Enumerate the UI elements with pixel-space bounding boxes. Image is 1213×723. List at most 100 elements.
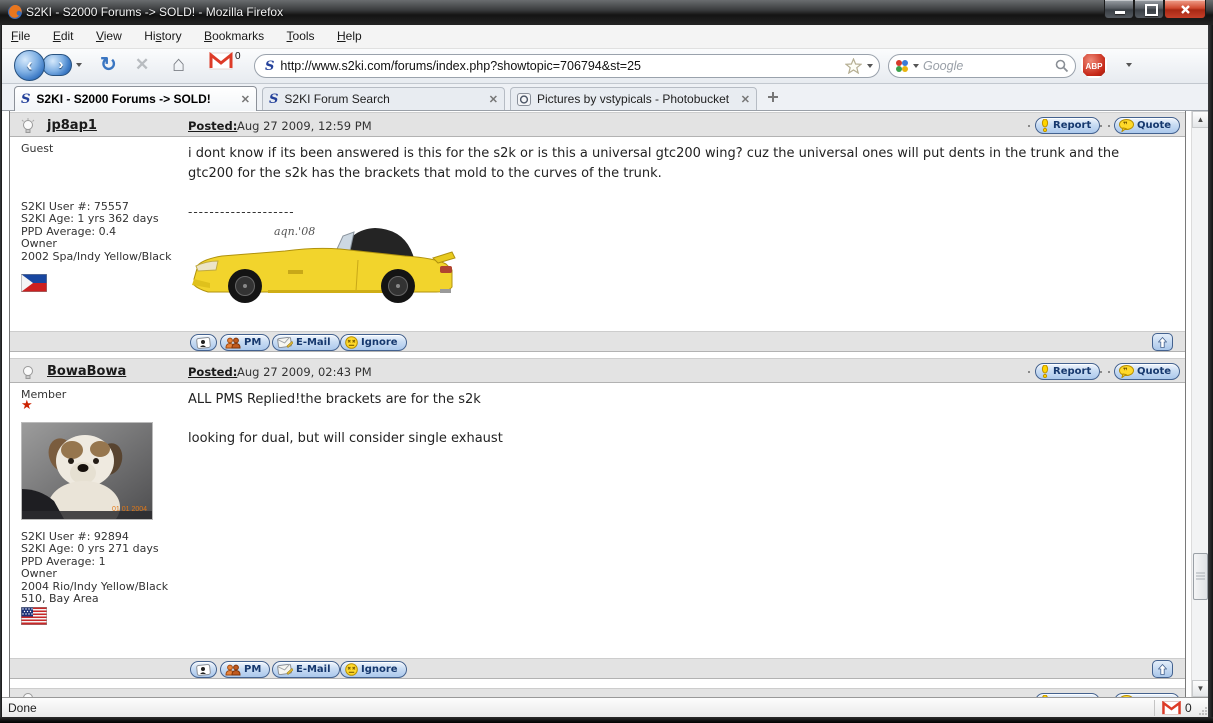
menu-item-bookmarks[interactable]: Bookmarks — [195, 25, 273, 43]
menu-item-file[interactable]: File — [2, 25, 39, 43]
email-button[interactable]: E-Mail — [272, 661, 340, 678]
posted-date: Aug 27 2009, 12:59 PM — [237, 119, 372, 133]
quote-icon: ❞ — [1119, 119, 1134, 132]
tab-close-icon[interactable]: ✕ — [489, 93, 498, 106]
back-to-top-button[interactable] — [1152, 660, 1173, 678]
username-link[interactable]: BowaBowa — [47, 364, 126, 379]
post-body-line: ALL PMS Replied!the brackets are for the… — [188, 392, 481, 407]
refresh-button[interactable]: ↻ — [100, 52, 117, 77]
posted-date: Aug 27 2009, 02:43 PM — [237, 365, 372, 379]
maximize-button[interactable] — [1134, 0, 1164, 19]
url-bar[interactable]: S http://www.s2ki.com/forums/index.php?s… — [254, 54, 880, 78]
quote-icon: ❞ — [1119, 365, 1134, 378]
post-header-row-partial: Report Quote — [10, 688, 1185, 697]
post-actions-row: PM E-Mail Ignore — [10, 658, 1185, 679]
search-box[interactable]: Google — [888, 54, 1076, 78]
separator-dot — [1100, 371, 1102, 373]
thumb-grip — [1196, 572, 1205, 580]
close-button[interactable] — [1164, 0, 1206, 19]
stat-line: Owner — [21, 237, 57, 251]
profile-button[interactable] — [190, 661, 217, 678]
home-button[interactable]: ⌂ — [172, 51, 185, 77]
pm-button[interactable]: PM — [220, 661, 271, 678]
tab-close-icon[interactable]: ✕ — [241, 93, 250, 106]
avatar: 01 01 2004 — [21, 422, 153, 520]
signature-artist: aqn.'08 — [274, 225, 315, 238]
back-button[interactable]: ‹ — [14, 50, 45, 81]
site-favicon: S — [265, 58, 275, 74]
post-header-row: BowaBowa Posted: Aug 27 2009, 02:43 PM R… — [10, 358, 1185, 383]
search-input[interactable]: Google — [923, 59, 1055, 73]
gmail-button[interactable] — [209, 52, 233, 70]
s2ki-favicon: S — [21, 91, 31, 107]
report-icon — [1041, 119, 1049, 132]
window-left-edge — [0, 25, 2, 717]
history-dropdown-caret[interactable] — [76, 63, 82, 67]
up-arrow-icon — [1158, 663, 1167, 675]
window-right-edge — [1208, 25, 1213, 717]
separator-dot — [1028, 371, 1030, 373]
search-engine-dropdown-caret[interactable] — [913, 64, 919, 68]
menu-item-help[interactable]: Help — [328, 25, 371, 43]
stat-line: S2KI Age: 1 yrs 362 days — [21, 212, 159, 226]
scroll-down-button[interactable]: ▼ — [1192, 680, 1209, 697]
tab-label: Pictures by vstypicals - Photobucket — [537, 92, 730, 106]
toolbar-overflow-caret[interactable] — [1126, 63, 1132, 67]
url-dropdown-caret[interactable] — [867, 64, 873, 68]
pm-button[interactable]: PM — [220, 334, 271, 351]
scroll-up-button[interactable]: ▲ — [1192, 111, 1209, 128]
navigation-toolbar: ‹ › ↻ ✕ ⌂ 0 S http://www.s2ki.com/forums… — [2, 49, 1208, 84]
ignore-button[interactable]: Ignore — [340, 334, 407, 351]
ignore-face-icon — [345, 336, 358, 349]
member-star-icon: ★ — [21, 397, 33, 412]
ignore-face-icon — [345, 663, 358, 676]
profile-card-icon — [196, 336, 211, 349]
scrollbar-thumb[interactable] — [1193, 553, 1208, 600]
browser-window: S2KI - S2000 Forums -> SOLD! - Mozilla F… — [0, 0, 1213, 723]
stat-line: S2KI Age: 0 yrs 271 days — [21, 542, 159, 556]
user-stats: S2KI User #: 92894 S2KI Age: 0 yrs 271 d… — [21, 530, 168, 605]
separator-dot — [1108, 125, 1110, 127]
forward-button[interactable]: › — [42, 54, 72, 76]
minimize-button[interactable] — [1104, 0, 1134, 19]
resize-grip[interactable] — [1198, 706, 1208, 716]
tab-close-icon[interactable]: ✕ — [741, 93, 750, 106]
menu-item-history[interactable]: History — [135, 25, 190, 43]
tab-bar: S S2KI - S2000 Forums -> SOLD! ✕ S S2KI … — [2, 84, 1208, 111]
photobucket-icon — [517, 92, 531, 106]
status-gmail-icon[interactable] — [1162, 701, 1181, 715]
tab-label: S2KI - S2000 Forums -> SOLD! — [36, 92, 211, 106]
profile-button[interactable] — [190, 334, 217, 351]
posted-label: Posted: — [188, 365, 238, 379]
bookmark-star-icon[interactable] — [845, 58, 862, 74]
back-to-top-button[interactable] — [1152, 333, 1173, 351]
quote-button[interactable]: ❞ Quote — [1114, 363, 1181, 380]
report-button[interactable]: Report — [1035, 363, 1101, 380]
menu-item-view[interactable]: View — [87, 25, 131, 43]
tab-photobucket[interactable]: Pictures by vstypicals - Photobucket ✕ — [510, 87, 757, 110]
members-icon — [225, 664, 241, 675]
gmail-unread-count: 0 — [235, 51, 241, 62]
ignore-button[interactable]: Ignore — [340, 661, 407, 678]
menu-item-tools[interactable]: Tools — [278, 25, 324, 43]
stat-line: 2002 Spa/Indy Yellow/Black — [21, 249, 172, 263]
back-arrow-icon: ‹ — [26, 55, 33, 75]
url-text[interactable]: http://www.s2ki.com/forums/index.php?sho… — [280, 59, 845, 73]
search-icon[interactable] — [1055, 59, 1069, 73]
report-icon — [1041, 365, 1049, 378]
email-button[interactable]: E-Mail — [272, 334, 340, 351]
profile-card-icon — [196, 663, 211, 676]
envelope-icon — [277, 337, 293, 348]
report-button[interactable]: Report — [1035, 117, 1101, 134]
new-tab-button[interactable] — [766, 90, 780, 104]
post-body: i dont know if its been answered is this… — [188, 146, 1120, 181]
vertical-scrollbar[interactable]: ▲ ▼ — [1191, 111, 1209, 697]
tab-s2ki-search[interactable]: S S2KI Forum Search ✕ — [262, 87, 505, 110]
quote-button[interactable]: ❞ Quote — [1114, 117, 1181, 134]
adblock-plus-button[interactable]: ABP — [1081, 52, 1107, 78]
stop-button[interactable]: ✕ — [135, 55, 149, 75]
philippines-flag — [21, 274, 47, 292]
username-link[interactable]: jp8ap1 — [47, 118, 97, 133]
tab-s2ki-forums[interactable]: S S2KI - S2000 Forums -> SOLD! ✕ — [14, 86, 257, 111]
menu-item-edit[interactable]: Edit — [44, 25, 83, 43]
